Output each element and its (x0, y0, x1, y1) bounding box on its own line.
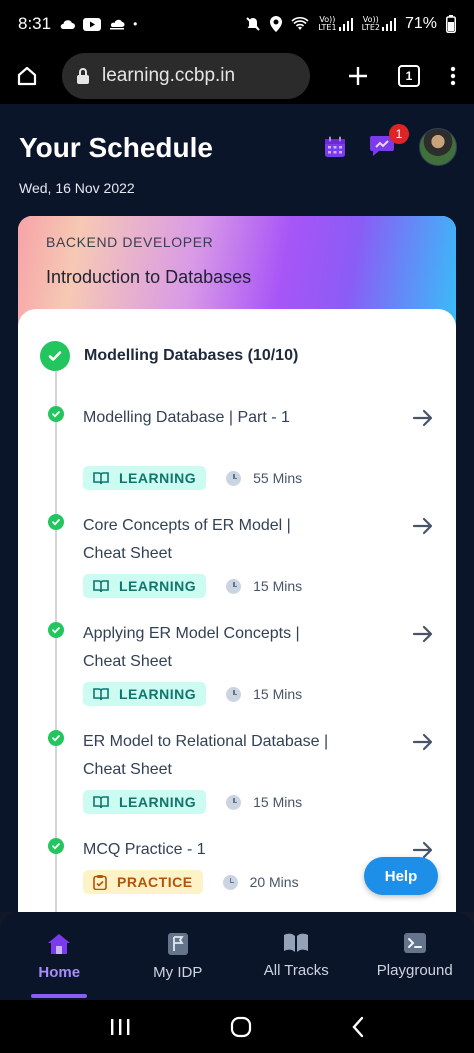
tab-switcher-button[interactable]: 1 (398, 65, 420, 87)
mute-icon (245, 16, 261, 32)
learning-tag: LEARNING (83, 466, 207, 490)
module-title: Modelling Databases (10/10) (84, 347, 299, 364)
schedule-date: Wed, 16 Nov 2022 (19, 180, 135, 196)
youtube-icon (83, 17, 102, 31)
learning-tag: LEARNING (83, 682, 207, 706)
nav-label: All Tracks (263, 962, 329, 979)
item-title[interactable]: Modelling Database | Part - 1 (83, 404, 333, 432)
check-circle-icon (48, 514, 64, 530)
address-bar[interactable]: learning.ccbp.in (62, 53, 310, 99)
location-icon (270, 16, 283, 32)
dot-icon: • (133, 17, 138, 31)
duration: 20 Mins (222, 874, 299, 890)
battery-icon (446, 15, 456, 33)
more-vert-icon[interactable] (450, 66, 456, 86)
nav-label: My IDP (153, 964, 203, 981)
practice-tag: PRACTICE (83, 870, 203, 894)
back-icon[interactable] (351, 1016, 365, 1038)
signal-sim1-icon: Vo)) LTE1 (318, 16, 353, 32)
item-title[interactable]: Core Concepts of ER Model | Cheat Sheet (83, 512, 333, 568)
home-icon (46, 932, 72, 956)
arrow-right-icon[interactable] (412, 732, 434, 757)
item-title[interactable]: MCQ Practice - 1 (83, 836, 333, 864)
clock-icon (226, 794, 242, 810)
nav-item-all-tracks[interactable]: All Tracks (237, 912, 356, 1000)
clock-icon (226, 470, 242, 486)
module-header[interactable]: Modelling Databases (10/10) (40, 341, 298, 371)
notification-badge: 1 (389, 123, 409, 144)
active-indicator (31, 994, 88, 998)
arrow-right-icon[interactable] (412, 624, 434, 649)
page-title: Your Schedule (19, 132, 213, 163)
system-nav-bar (0, 1000, 474, 1053)
course-card: BACKEND DEVELOPER Introduction to Databa… (18, 216, 456, 936)
nav-item-my-idp[interactable]: My IDP (119, 912, 238, 1000)
check-circle-icon (40, 341, 70, 371)
arrow-right-icon[interactable] (412, 408, 434, 433)
check-circle-icon (48, 730, 64, 746)
new-tab-icon[interactable] (348, 66, 368, 86)
notifications-button[interactable]: 1 (369, 123, 409, 163)
home-browser-icon[interactable] (10, 59, 44, 93)
duration: 15 Mins (226, 686, 302, 702)
clock-icon (222, 874, 238, 890)
duration: 55 Mins (226, 470, 302, 486)
status-time: 8:31 (18, 14, 52, 33)
nav-label: Playground (376, 962, 453, 979)
item-title[interactable]: ER Model to Relational Database | Cheat … (83, 728, 333, 784)
course-body: Modelling Databases (10/10) Modelling Da… (18, 309, 456, 936)
lock-icon (76, 67, 90, 85)
avatar[interactable] (419, 128, 457, 166)
calendar-icon[interactable] (323, 135, 347, 159)
cloud-icon (59, 18, 76, 30)
duration: 15 Mins (226, 578, 302, 594)
app-screen: 8:31 • Vo)) LTE1 Vo)) LTE2 71% learning.… (0, 0, 474, 1053)
nav-item-playground[interactable]: Playground (356, 912, 474, 1000)
course-track: BACKEND DEVELOPER (46, 234, 214, 250)
check-circle-icon (48, 406, 64, 422)
bottom-nav: Home My IDP All Tracks Playground (0, 912, 474, 1000)
arrow-right-icon[interactable] (412, 516, 434, 541)
learning-tag: LEARNING (83, 574, 207, 598)
book-icon (283, 932, 309, 954)
system-home-icon[interactable] (230, 1016, 252, 1038)
wifi-icon (291, 17, 309, 31)
duration: 15 Mins (226, 794, 302, 810)
clock-icon (226, 578, 242, 594)
clock-icon (226, 686, 242, 702)
learning-tag: LEARNING (83, 790, 207, 814)
status-bar: 8:31 • Vo)) LTE1 Vo)) LTE2 71% (0, 0, 474, 48)
flag-icon (167, 932, 189, 956)
help-button[interactable]: Help (364, 857, 438, 895)
nav-item-home[interactable]: Home (0, 912, 119, 1000)
course-title[interactable]: Introduction to Databases (46, 267, 428, 288)
recent-apps-icon[interactable] (109, 1017, 131, 1037)
signal-sim2-icon: Vo)) LTE2 (362, 16, 396, 32)
url-text: learning.ccbp.in (102, 65, 236, 86)
check-circle-icon (48, 622, 64, 638)
browser-toolbar: learning.ccbp.in 1 (0, 48, 474, 104)
schedule-header: Your Schedule Wed, 16 Nov 2022 1 (0, 104, 474, 216)
nav-label: Home (38, 964, 81, 981)
weather-icon (109, 18, 125, 30)
item-title[interactable]: Applying ER Model Concepts | Cheat Sheet (83, 620, 333, 676)
schedule-content: BACKEND DEVELOPER Introduction to Databa… (0, 216, 474, 936)
battery-percent: 71% (404, 15, 437, 32)
terminal-icon (403, 932, 427, 954)
check-circle-icon (48, 838, 64, 854)
